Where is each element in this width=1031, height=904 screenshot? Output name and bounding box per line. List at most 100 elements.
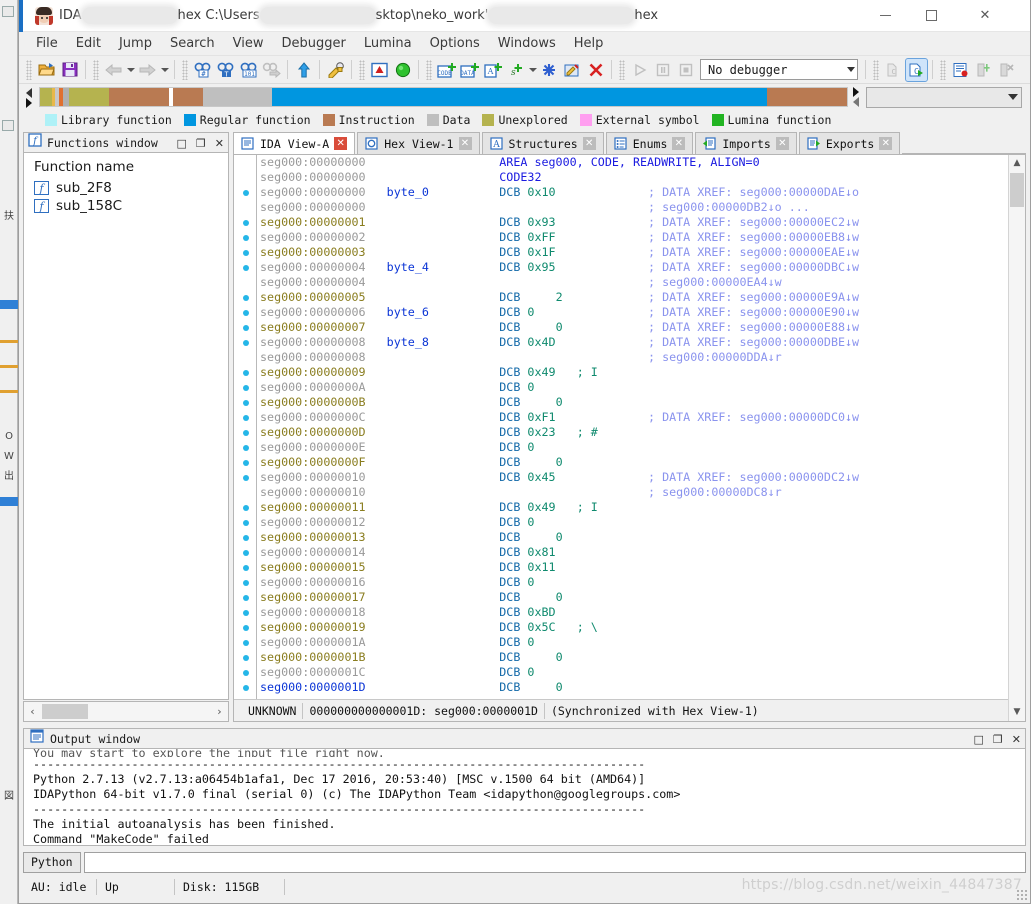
disassembly-line[interactable]: seg000:0000000D DCB 0x23 ; # bbox=[234, 425, 1008, 440]
scrollbar-thumb[interactable] bbox=[1010, 173, 1024, 207]
disassembly-line[interactable]: seg000:00000007 DCB 0 ; DATA XREF: seg000… bbox=[234, 320, 1008, 335]
menu-file[interactable]: File bbox=[27, 34, 67, 53]
tab-close-icon[interactable]: ✕ bbox=[775, 137, 789, 150]
toolbar-grip[interactable] bbox=[26, 59, 32, 80]
breakpoint-dot-icon[interactable] bbox=[243, 220, 249, 226]
functions-close-button[interactable]: ✕ bbox=[215, 138, 224, 149]
breakpoint-dot-icon[interactable] bbox=[243, 565, 249, 571]
tab-close-icon[interactable]: ✕ bbox=[672, 137, 686, 150]
disassembly-line[interactable]: seg000:00000008 byte_8 DCB 0x4D ; DATA XR… bbox=[234, 335, 1008, 350]
close-button[interactable]: ✕ bbox=[962, 0, 1008, 31]
output-close-button[interactable]: ✕ bbox=[1012, 734, 1021, 745]
tab-hex-view-1[interactable]: Hex View-1 ✕ bbox=[357, 132, 480, 154]
make-ascii-icon[interactable]: A bbox=[482, 59, 503, 81]
menu-help[interactable]: Help bbox=[565, 34, 613, 53]
breakpoint-dot-icon[interactable] bbox=[243, 265, 249, 271]
search-immediate-icon[interactable]: 101 bbox=[238, 59, 259, 81]
disassembly-line[interactable]: seg000:00000016 DCB 0 bbox=[234, 575, 1008, 590]
functions-restore-button[interactable]: ❐ bbox=[196, 138, 206, 149]
menu-edit[interactable]: Edit bbox=[67, 34, 110, 53]
breakpoint-dot-icon[interactable] bbox=[243, 385, 249, 391]
save-icon[interactable] bbox=[59, 59, 80, 81]
functions-horizontal-scrollbar[interactable]: ‹ › bbox=[23, 701, 229, 722]
disassembly-line[interactable]: seg000:00000017 DCB 0 bbox=[234, 590, 1008, 605]
disassembly-line[interactable]: seg000:00000011 DCB 0x49 ; I bbox=[234, 500, 1008, 515]
disassembly-vertical-scrollbar[interactable]: ▲ ▼ bbox=[1008, 155, 1025, 721]
navigator-zoom-arrows[interactable] bbox=[23, 85, 39, 109]
tab-imports[interactable]: Imports ✕ bbox=[695, 132, 797, 154]
functions-column-header[interactable]: Function name bbox=[24, 153, 228, 179]
breakpoint-dot-icon[interactable] bbox=[243, 310, 249, 316]
toolbar-grip-nav[interactable] bbox=[93, 59, 99, 80]
cli-language-button[interactable]: Python bbox=[23, 851, 81, 873]
nav-back-dropdown[interactable] bbox=[125, 59, 136, 81]
breakpoint-dot-icon[interactable] bbox=[243, 400, 249, 406]
breakpoint-dot-icon[interactable] bbox=[243, 520, 249, 526]
nav-forward-icon[interactable] bbox=[137, 59, 158, 81]
nav-back-icon[interactable] bbox=[103, 59, 124, 81]
disassembly-line[interactable]: seg000:00000014 DCB 0x81 bbox=[234, 545, 1008, 560]
list-item[interactable]: f sub_2F8 bbox=[24, 179, 228, 197]
disassembly-line[interactable]: seg000:00000005 DCB 2 ; DATA XREF: seg000… bbox=[234, 290, 1008, 305]
menu-search[interactable]: Search bbox=[161, 34, 224, 53]
breakpoint-dot-icon[interactable] bbox=[243, 535, 249, 541]
breakpoint-dot-icon[interactable] bbox=[243, 640, 249, 646]
disassembly-line[interactable]: seg000:00000010 DCB 0x45 ; DATA XREF: seg… bbox=[234, 470, 1008, 485]
run-icon[interactable] bbox=[629, 59, 650, 81]
breakpoint-dot-icon[interactable] bbox=[243, 325, 249, 331]
output-maximize-button[interactable]: □ bbox=[974, 734, 984, 745]
breakpoint-dot-icon[interactable] bbox=[243, 580, 249, 586]
disassembly-line[interactable]: seg000:00000008 ; seg000:00000DDA↓r bbox=[234, 350, 1008, 365]
breakpoint-dot-icon[interactable] bbox=[243, 685, 249, 691]
output-window-titlebar[interactable]: Output window □ ❐ ✕ bbox=[23, 728, 1026, 748]
navigator-scroll-arrows[interactable] bbox=[850, 85, 864, 109]
breakpoint-dot-icon[interactable] bbox=[243, 475, 249, 481]
breakpoint-dot-icon[interactable] bbox=[243, 250, 249, 256]
breakpoint-dot-icon[interactable] bbox=[243, 340, 249, 346]
breakpoint-dot-icon[interactable] bbox=[243, 460, 249, 466]
breakpoint-dot-icon[interactable] bbox=[243, 610, 249, 616]
disassembly-line[interactable]: seg000:00000009 DCB 0x49 ; I bbox=[234, 365, 1008, 380]
search-hex-icon[interactable]: # bbox=[192, 59, 213, 81]
background-window-sliver[interactable]: 扶 O W 出 図 bbox=[0, 0, 18, 904]
toolbar-grip-view[interactable] bbox=[359, 59, 365, 80]
navigator-band[interactable] bbox=[39, 87, 848, 107]
green-circle-icon[interactable] bbox=[392, 59, 413, 81]
disassembly-line[interactable]: seg000:00000004 ; seg000:00000EA4↓w bbox=[234, 275, 1008, 290]
breakpoint-dot-icon[interactable] bbox=[243, 505, 249, 511]
lumina-key-icon[interactable] bbox=[325, 59, 346, 81]
toolbar-grip-decomp[interactable] bbox=[873, 59, 879, 80]
menu-lumina[interactable]: Lumina bbox=[355, 34, 421, 53]
tab-close-icon[interactable]: ✕ bbox=[879, 137, 893, 150]
open-file-icon[interactable] bbox=[36, 59, 57, 81]
stop-icon[interactable] bbox=[675, 59, 696, 81]
breakpoint-dot-icon[interactable] bbox=[243, 295, 249, 301]
tab-exports[interactable]: Exports ✕ bbox=[798, 132, 901, 154]
breakpoint-dot-icon[interactable] bbox=[243, 670, 249, 676]
scroll-down-icon[interactable]: ▼ bbox=[1009, 704, 1025, 721]
make-struct-dropdown[interactable] bbox=[527, 59, 538, 81]
search-text-icon[interactable]: T bbox=[215, 59, 236, 81]
menu-jump[interactable]: Jump bbox=[110, 34, 161, 53]
toolbar-grip-make[interactable] bbox=[426, 59, 432, 80]
delete-icon[interactable] bbox=[585, 59, 606, 81]
search-next-icon[interactable] bbox=[261, 59, 282, 81]
add-breakpoint-icon[interactable] bbox=[973, 59, 994, 81]
breakpoint-dot-icon[interactable] bbox=[243, 370, 249, 376]
del-breakpoint-icon[interactable] bbox=[996, 59, 1017, 81]
disassembly-line[interactable]: seg000:00000000 ; seg000:00000DB2↓o ... bbox=[234, 200, 1008, 215]
disassembly-line[interactable]: seg000:00000001 DCB 0x93 ; DATA XREF: seg… bbox=[234, 215, 1008, 230]
edit-function-icon[interactable] bbox=[562, 59, 583, 81]
output-restore-button[interactable]: ❐ bbox=[993, 734, 1003, 745]
debugger-select[interactable]: No debugger bbox=[700, 59, 858, 80]
breakpoint-dot-icon[interactable] bbox=[243, 550, 249, 556]
disassembly-line[interactable]: seg000:00000006 byte_6 DCB 0 ; DATA XREF:… bbox=[234, 305, 1008, 320]
disassembly-line[interactable]: seg000:00000015 DCB 0x11 bbox=[234, 560, 1008, 575]
breakpoint-dot-icon[interactable] bbox=[243, 445, 249, 451]
menu-windows[interactable]: Windows bbox=[489, 34, 565, 53]
maximize-button[interactable] bbox=[908, 0, 954, 31]
notepad-icon[interactable] bbox=[950, 59, 971, 81]
disassembly-line[interactable]: seg000:0000000E DCB 0 bbox=[234, 440, 1008, 455]
scroll-left-icon[interactable]: ‹ bbox=[24, 705, 41, 718]
disassembly-line[interactable]: seg000:00000000 AREA seg000, CODE, READW… bbox=[234, 155, 1008, 170]
